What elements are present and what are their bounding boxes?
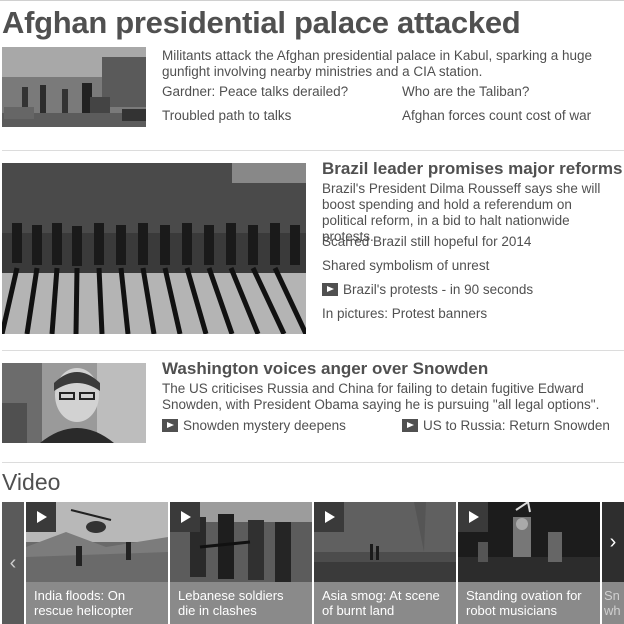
video-card-caption: Asia smog: At scene of burnt land xyxy=(314,582,456,624)
top-border xyxy=(0,0,624,1)
brazil-link-pictures[interactable]: In pictures: Protest banners xyxy=(322,306,487,322)
divider xyxy=(2,350,624,351)
video-card-caption: India floods: On rescue helicopter xyxy=(26,582,168,624)
play-icon xyxy=(322,283,338,296)
snowden-return-label: US to Russia: Return Snowden xyxy=(423,418,610,433)
lead-summary: Militants attack the Afghan presidential… xyxy=(162,48,593,79)
chevron-left-icon: ‹ xyxy=(9,551,17,574)
video-card-caption: Standing ovation for robot musicians xyxy=(458,582,600,624)
snowden-link-mystery[interactable]: Snowden mystery deepens xyxy=(162,418,346,434)
brazil-story-image[interactable] xyxy=(2,163,306,334)
snowden-mystery-label: Snowden mystery deepens xyxy=(183,418,346,433)
video-carousel: ‹ India floods: On rescue helicopter Leb… xyxy=(2,502,624,624)
carousel-prev-button[interactable]: ‹ xyxy=(2,502,24,624)
video-section-title: Video xyxy=(2,469,61,495)
lead-link-troubled-path[interactable]: Troubled path to talks xyxy=(162,108,291,124)
play-icon xyxy=(314,502,344,532)
play-icon xyxy=(162,419,178,432)
video-card[interactable]: Standing ovation for robot musicians xyxy=(458,502,600,624)
chevron-right-icon: › xyxy=(609,530,617,553)
video-card[interactable]: Lebanese soldiers die in clashes xyxy=(170,502,312,624)
play-icon xyxy=(402,419,418,432)
lead-link-peace-talks[interactable]: Gardner: Peace talks derailed? xyxy=(162,84,348,100)
play-icon xyxy=(170,502,200,532)
play-icon xyxy=(458,502,488,532)
divider xyxy=(2,462,624,463)
snowden-summary: The US criticises Russia and China for f… xyxy=(162,381,600,412)
brazil-link-symbolism[interactable]: Shared symbolism of unrest xyxy=(322,258,489,274)
video-card[interactable]: India floods: On rescue helicopter xyxy=(26,502,168,624)
video-card-caption: Sn wh xyxy=(602,582,624,624)
brazil-headline[interactable]: Brazil leader promises major reforms xyxy=(322,159,622,179)
snowden-portrait-photo xyxy=(2,363,146,443)
snowden-story-image[interactable] xyxy=(2,363,146,443)
palace-attack-photo xyxy=(2,47,146,127)
brazil-protest-photo xyxy=(2,163,306,334)
snowden-headline[interactable]: Washington voices anger over Snowden xyxy=(162,359,488,379)
video-card-caption: Lebanese soldiers die in clashes xyxy=(170,582,312,624)
lead-story-image[interactable] xyxy=(2,47,146,127)
divider xyxy=(2,150,624,151)
play-icon xyxy=(26,502,56,532)
lead-link-afghan-forces[interactable]: Afghan forces count cost of war xyxy=(402,108,591,124)
lead-headline[interactable]: Afghan presidential palace attacked xyxy=(2,5,521,41)
video-card[interactable]: Asia smog: At scene of burnt land xyxy=(314,502,456,624)
carousel-next-button[interactable]: › xyxy=(602,502,624,582)
brazil-video-label: Brazil's protests - in 90 seconds xyxy=(343,282,534,297)
brazil-link-video[interactable]: Brazil's protests - in 90 seconds xyxy=(322,282,533,298)
snowden-link-return[interactable]: US to Russia: Return Snowden xyxy=(402,418,610,434)
lead-link-taliban[interactable]: Who are the Taliban? xyxy=(402,84,529,100)
brazil-link-scarred[interactable]: Scarred Brazil still hopeful for 2014 xyxy=(322,234,531,250)
